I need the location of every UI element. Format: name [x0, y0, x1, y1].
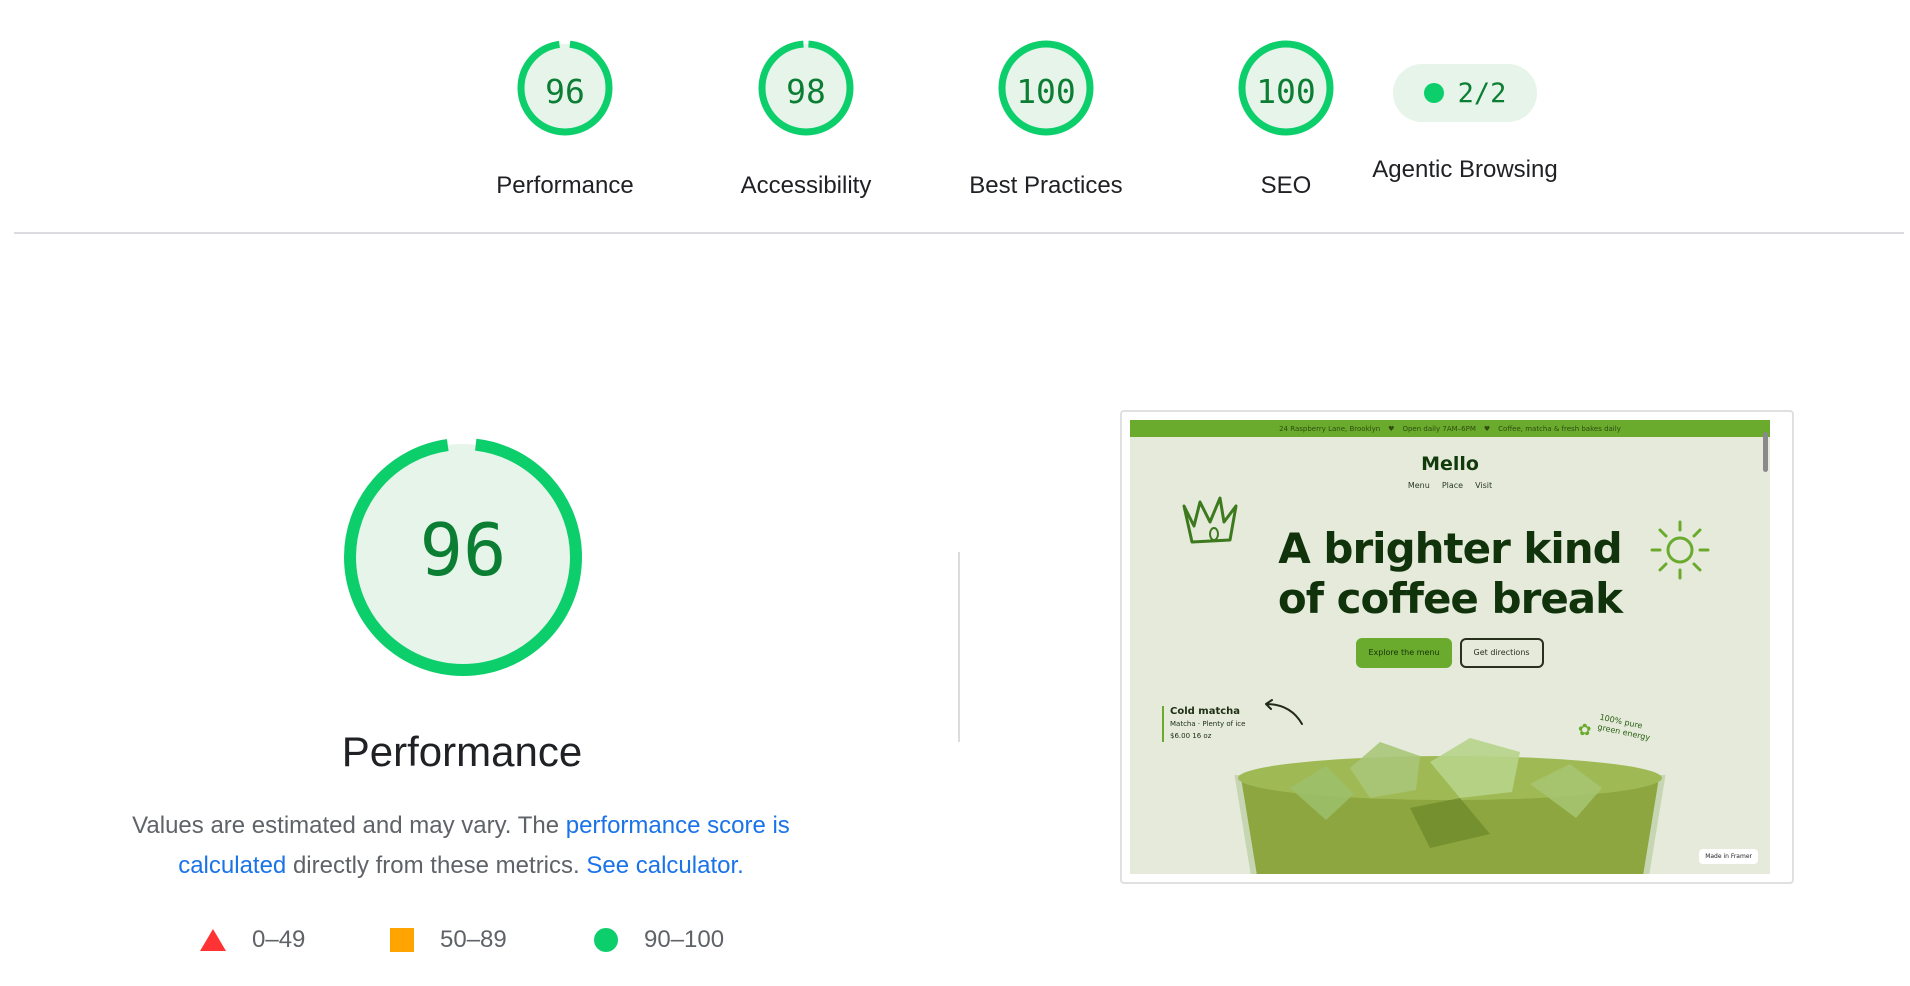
site-logo: Mello [1421, 453, 1479, 475]
performance-gauge: 96 [340, 434, 586, 680]
performance-score: 96 [419, 508, 507, 592]
fail-triangle-icon [200, 929, 226, 951]
score-legend: 0–49 50–89 90–100 [200, 922, 760, 958]
gauge-score: 100 [1016, 72, 1076, 111]
card-subtitle: Matcha · Plenty of ice [1170, 720, 1246, 728]
desc-text: directly from these metrics. [286, 852, 587, 879]
gauge-performance[interactable]: 96 Performance [465, 38, 665, 200]
gauge-score: 96 [545, 72, 585, 111]
site-nav-item: Place [1441, 481, 1464, 490]
gauge-score: 98 [786, 72, 826, 111]
gauge-label: Accessibility [740, 172, 872, 199]
average-square-icon [390, 928, 414, 952]
legend-average: 50–89 [390, 922, 507, 958]
topbar-text: Open daily 7AM–6PM [1402, 424, 1476, 433]
performance-title: Performance [341, 728, 583, 775]
site-topbar: 24 Raspberry Lane, Brooklyn ♥ Open daily… [1130, 420, 1770, 437]
legend-pass: 90–100 [594, 922, 724, 958]
site-nav: Menu Place Visit [1130, 481, 1770, 490]
agentic-pill: 2/2 [1393, 64, 1537, 122]
explore-menu-button: Explore the menu [1356, 638, 1452, 668]
get-directions-button: Get directions [1459, 638, 1544, 668]
heart-icon: ♥ [1483, 424, 1491, 433]
preview-scrollbar [1763, 432, 1768, 472]
gauge-label: Best Practices [969, 172, 1123, 199]
card-price: $6.00 [1170, 732, 1191, 740]
topbar-text: Coffee, matcha & fresh bakes daily [1498, 424, 1621, 433]
see-calculator-link[interactable]: See calculator. [586, 852, 743, 879]
site-preview: 24 Raspberry Lane, Brooklyn ♥ Open daily… [1130, 420, 1770, 874]
agentic-score: 2/2 [1457, 77, 1507, 109]
sun-doodle-icon [1650, 520, 1710, 580]
gauge-agentic-browsing[interactable]: 2/2 Agentic Browsing [1340, 38, 1590, 184]
legend-fail: 0–49 [200, 922, 305, 958]
headline-line: of coffee break [1277, 574, 1623, 623]
performance-description: Values are estimated and may vary. The p… [96, 806, 826, 886]
heart-icon: ♥ [1388, 424, 1395, 433]
site-nav-item: Visit [1475, 481, 1493, 490]
legend-average-label: 50–89 [440, 926, 507, 953]
made-in-framer-badge: Made in Framer [1699, 849, 1758, 864]
legend-fail-label: 0–49 [252, 926, 306, 953]
card-size: 16 oz [1192, 732, 1212, 740]
product-card: Cold matcha Matcha · Plenty of ice $6.00… [1162, 706, 1245, 742]
section-divider [958, 552, 960, 742]
site-nav-item: Menu [1407, 481, 1430, 490]
card-title: Cold matcha [1170, 706, 1241, 717]
legend-pass-label: 90–100 [644, 926, 725, 953]
category-gauges: 96 Performance 98 Accessibility 100 Best… [0, 0, 1910, 232]
gauge-label: Agentic Browsing [1372, 156, 1558, 183]
arrow-doodle-icon [1265, 699, 1303, 725]
header-divider [14, 232, 1904, 234]
gauge-accessibility[interactable]: 98 Accessibility [706, 38, 906, 200]
crown-doodle-icon [1182, 496, 1238, 544]
matcha-glass-image [1234, 738, 1666, 874]
topbar-text: 24 Raspberry Lane, Brooklyn [1279, 424, 1381, 433]
gauge-best-practices[interactable]: 100 Best Practices [946, 38, 1146, 200]
pass-circle-icon [594, 928, 618, 952]
clover-icon: ✿ [1578, 720, 1592, 739]
site-cta-row: Explore the menu Get directions [1130, 638, 1770, 668]
final-screenshot[interactable]: 24 Raspberry Lane, Brooklyn ♥ Open daily… [1120, 410, 1794, 884]
gauge-label: Performance [496, 172, 634, 199]
pass-dot-icon [1423, 83, 1444, 103]
desc-text: Values are estimated and may vary. The [132, 812, 566, 839]
